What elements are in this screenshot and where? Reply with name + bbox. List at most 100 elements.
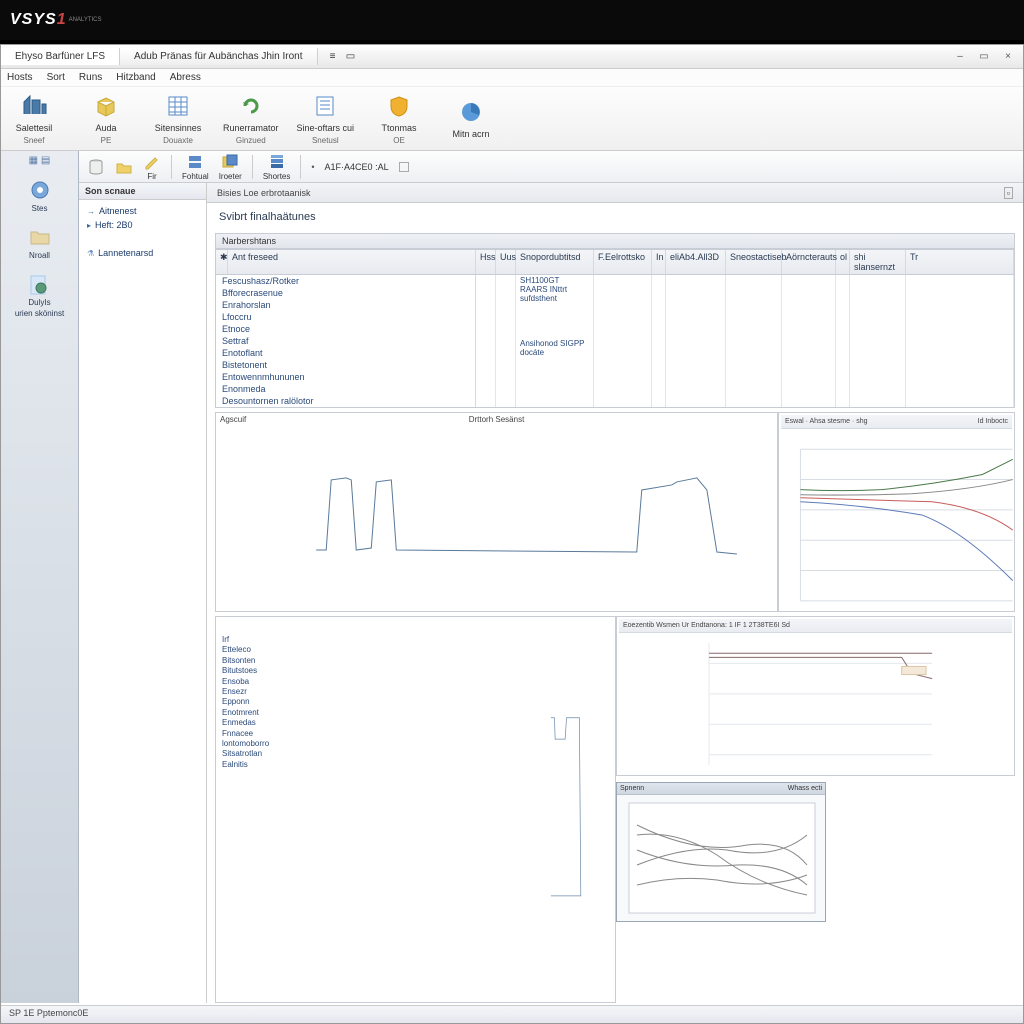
os-topbar: VSYS1 ANALYTICS <box>0 0 1024 40</box>
prop-row[interactable]: Bistetonent <box>216 359 475 371</box>
ribbon-mitnacrn[interactable]: Mitn acrn <box>444 98 498 139</box>
prop-row[interactable]: Enrahorslan <box>216 299 475 311</box>
property-names: Fescushasz/Rotker Bfforecrasenue Enrahor… <box>216 275 476 407</box>
maximize-button[interactable]: ▭ <box>977 50 991 64</box>
chart-right-2[interactable]: Eoezentib Wsmen Ur Endtanona: 1 IF 1 2T3… <box>616 616 1015 776</box>
window-tab-1[interactable]: Ehyso Barfüner LFS <box>1 48 120 65</box>
rail-item-nroall[interactable]: Nroall <box>28 225 52 260</box>
thumbnail-plot <box>617 795 827 921</box>
gear-icon <box>28 178 52 202</box>
toolbar-dropdown[interactable]: A1F·A4CE0 :AL <box>325 162 389 172</box>
stack2-icon <box>268 153 286 171</box>
cylinder-icon <box>87 158 105 176</box>
toolbar-dropdown-label: • <box>311 162 314 172</box>
ribbon-salettesil[interactable]: SalettesilSneef <box>7 92 61 145</box>
inner-area: Fir Fohtual Iroeter Shortes • A1F·A4CE0 … <box>79 151 1023 1003</box>
chart4-title: Eoezentib Wsmen Ur Endtanona: 1 IF 1 2T3… <box>619 619 1012 633</box>
chart1-left-label: Agscuif <box>220 415 246 424</box>
stack-icon <box>221 153 239 171</box>
document-icon <box>311 92 339 120</box>
minimize-button[interactable]: – <box>953 50 967 64</box>
ribbon-sineoftars[interactable]: Sine-oftars cuiSnetusl <box>297 92 355 145</box>
document-tab[interactable]: Bisies Loe erbrotaanisk▫ <box>207 183 1023 203</box>
prop-row[interactable]: Lfoccru <box>216 311 475 323</box>
ribbon: SalettesilSneef AudaPE SitensinnesDouaxt… <box>1 87 1023 151</box>
tree-node-1[interactable]: ▸Heft: 2B0 <box>87 218 198 232</box>
ribbon-sitensinnes[interactable]: SitensinnesDouaxte <box>151 92 205 145</box>
chart-left-1[interactable]: Agscuif Drttorh Sesänst <box>215 412 778 612</box>
logo-text: VSYS1 <box>10 11 67 29</box>
ribbon-ttonmas[interactable]: TtonmasOE <box>372 92 426 145</box>
tree-node-2[interactable]: ⚗Lannetenarsd <box>87 246 198 260</box>
menu-sort[interactable]: Sort <box>47 72 65 83</box>
folder-open-icon <box>115 158 133 176</box>
tree-header: Son scnaue <box>79 183 206 200</box>
prop-row[interactable]: Settraf <box>216 335 475 347</box>
menu-hitzband[interactable]: Hitzband <box>116 72 155 83</box>
rail-item-dulyis[interactable]: DulyIs urien sköninst <box>15 272 64 318</box>
page-globe-icon <box>27 272 51 296</box>
tool-iroeter[interactable]: Iroeter <box>219 153 242 181</box>
ribbon-auda[interactable]: AudaPE <box>79 92 133 145</box>
prop-row[interactable]: Desountornen ralölotor <box>216 395 475 407</box>
chart1-title: Drttorh Sesänst <box>469 415 525 424</box>
menu-abress[interactable]: Abress <box>170 72 201 83</box>
logo-subtitle: ANALYTICS <box>69 17 102 23</box>
content-split: Son scnaue →Aitnenest ▸Heft: 2B0 ⚗Lannet… <box>79 183 1023 1003</box>
tree-node-0[interactable]: →Aitnenest <box>87 204 198 218</box>
chart2-legend: Eswal · Ahsa stesme · shgId Inboctc <box>781 415 1012 429</box>
menu-runs[interactable]: Runs <box>79 72 102 83</box>
status-text: SP 1E Pptemonc0E <box>9 1008 88 1018</box>
rail-toggle-icons[interactable]: ▦ ▤ <box>29 155 51 166</box>
grid-header-row: ✱ Ant freseed Hss Uus Snopordubtitsd F.E… <box>216 250 1014 275</box>
shield-icon <box>385 92 413 120</box>
title-tab-strip: Ehyso Barfüner LFS Adub Pränas für Aubän… <box>1 45 1023 69</box>
thumbnail-preview[interactable]: SpnennWhass ecti <box>616 782 826 922</box>
ribbon-runerramator[interactable]: RunerramatorGinzued <box>223 92 279 145</box>
document-title: Svibrt finalhaätunes <box>207 203 1023 231</box>
tab-restore-icon[interactable]: ▭ <box>344 50 358 64</box>
chart4-plot <box>617 633 1014 775</box>
doc-tab-button[interactable]: ▫ <box>1004 187 1013 199</box>
menu-hosts[interactable]: Hosts <box>7 72 33 83</box>
prop-row[interactable]: Enotoflant <box>216 347 475 359</box>
prop-row[interactable]: Etnoce <box>216 323 475 335</box>
prop-row[interactable]: Fescushasz/Rotker <box>216 275 475 287</box>
refresh-icon <box>237 92 265 120</box>
tree-panel: Son scnaue →Aitnenest ▸Heft: 2B0 ⚗Lannet… <box>79 183 207 1003</box>
prop-row[interactable]: Bfforecrasenue <box>216 287 475 299</box>
status-bar: SP 1E Pptemonc0E <box>1 1005 1023 1023</box>
chart-row-1: Agscuif Drttorh Sesänst Eswal · Ahsa ste… <box>215 412 1015 612</box>
prop-value: sufdsthent <box>520 294 589 303</box>
building-icon <box>20 92 48 120</box>
grid-icon <box>164 92 192 120</box>
app-window: Ehyso Barfüner LFS Adub Pränas für Aubän… <box>0 44 1024 1024</box>
secondary-toolbar: Fir Fohtual Iroeter Shortes • A1F·A4CE0 … <box>79 151 1023 183</box>
folder-icon <box>28 225 52 249</box>
pencil-icon <box>143 153 161 171</box>
tab-dropdown-icon[interactable]: ≡ <box>326 50 340 64</box>
prop-value: Ansihonod SIGPP docáte <box>520 339 589 357</box>
prop-value: SH1100GT RAARS INttrt <box>520 276 589 294</box>
piechart-icon <box>457 98 485 126</box>
prop-row[interactable]: Enonmeda <box>216 383 475 395</box>
tool-cylinder[interactable] <box>87 158 105 176</box>
tool-shortes[interactable]: Shortes <box>263 153 291 181</box>
menu-bar: Hosts Sort Runs Hitzband Abress <box>1 69 1023 87</box>
main-document: Bisies Loe erbrotaanisk▫ Svibrt finalhaä… <box>207 183 1023 1003</box>
tool-fohtual[interactable]: Fohtual <box>182 153 209 181</box>
box-icon <box>92 92 120 120</box>
chart1-plot <box>216 429 777 611</box>
chart-right-1[interactable]: Eswal · Ahsa stesme · shgId Inboctc <box>778 412 1015 612</box>
tool-edit[interactable]: Fir <box>143 153 161 181</box>
thumbnail-header: SpnennWhass ecti <box>617 783 825 795</box>
workspace: ▦ ▤ Stes Nroall DulyIs urien sköninst Fi… <box>1 151 1023 1003</box>
window-tab-2[interactable]: Adub Pränas für Aubänchas Jhin Iront <box>120 48 317 65</box>
properties-section-header: Narbershtans <box>215 233 1015 249</box>
toolbar-checkbox[interactable] <box>399 162 409 172</box>
tool-folder[interactable] <box>115 158 133 176</box>
prop-row[interactable]: Entowennmhununen <box>216 371 475 383</box>
close-button[interactable]: × <box>1001 50 1015 64</box>
chart-left-2[interactable]: IrfEttelecoBitsontenBitutstoesEnsobaEnse… <box>215 616 616 1003</box>
rail-item-stes[interactable]: Stes <box>28 178 52 213</box>
